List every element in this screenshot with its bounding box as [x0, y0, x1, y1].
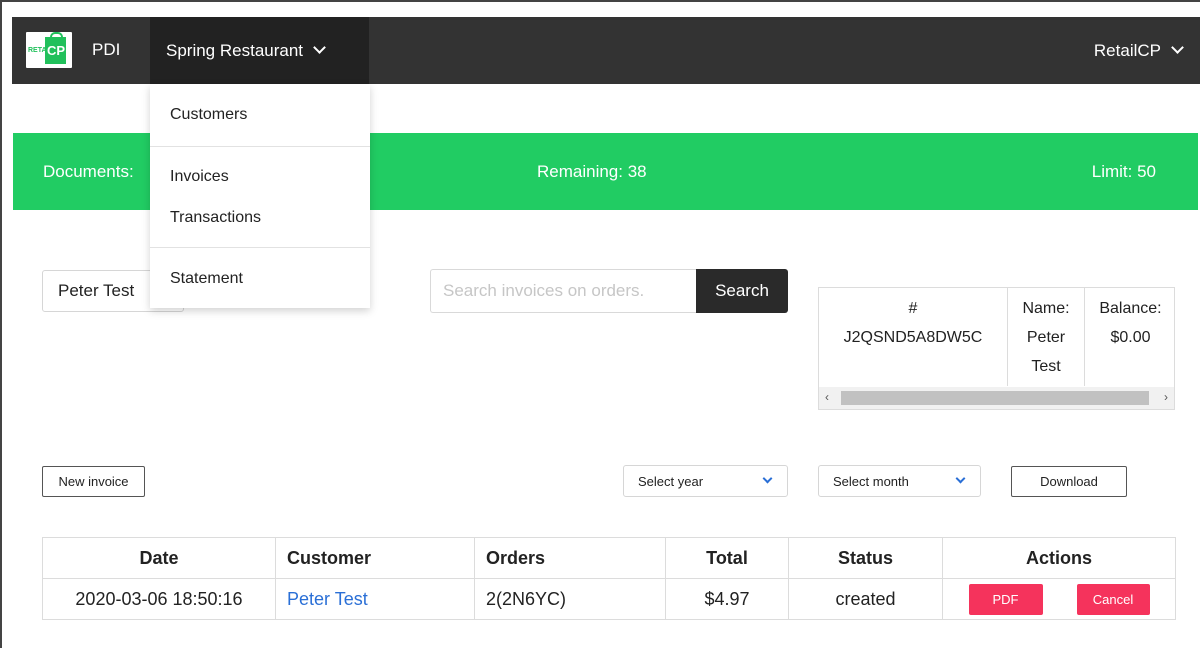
search-button[interactable]: Search: [696, 269, 788, 313]
new-invoice-button[interactable]: New invoice: [42, 466, 145, 497]
restaurant-menu-toggle[interactable]: Spring Restaurant: [150, 17, 369, 84]
horizontal-scrollbar[interactable]: ‹ ›: [819, 387, 1174, 409]
table-header-row: Date Customer Orders Total Status Action…: [42, 537, 1176, 579]
menu-divider: [150, 247, 370, 248]
download-button[interactable]: Download: [1011, 466, 1127, 497]
menu-item-invoices[interactable]: Invoices: [170, 168, 229, 186]
month-select[interactable]: Select month: [818, 465, 981, 497]
column-header-date: Date: [42, 537, 276, 579]
year-select-value: Select year: [638, 474, 704, 489]
chevron-down-icon: [313, 41, 326, 54]
column-header-customer: Customer: [275, 537, 475, 579]
menu-divider: [150, 146, 370, 147]
documents-label: Documents:: [43, 162, 134, 181]
account-id-value: J2QSND5A8DW5C: [843, 329, 983, 346]
pdf-button[interactable]: PDF: [968, 583, 1043, 615]
search-input[interactable]: [430, 269, 697, 313]
year-select[interactable]: Select year: [623, 465, 788, 497]
month-select-value: Select month: [833, 474, 909, 489]
menu-item-customers[interactable]: Customers: [170, 106, 247, 124]
customer-select-value: Peter Test: [58, 281, 135, 300]
restaurant-dropdown-menu: Customers Invoices Transactions Statemen…: [150, 84, 370, 308]
chevron-down-icon: [1171, 41, 1184, 54]
invoices-table: Date Customer Orders Total Status Action…: [42, 537, 1176, 620]
table-row: 2020-03-06 18:50:16 Peter Test 2(2N6YC) …: [42, 578, 1176, 620]
chevron-down-icon: [955, 473, 966, 484]
account-id-cell: # J2QSND5A8DW5C: [819, 288, 1007, 386]
chevron-down-icon: [762, 473, 773, 484]
scroll-left-icon[interactable]: ‹: [825, 390, 829, 404]
column-header-orders: Orders: [474, 537, 666, 579]
account-menu-toggle[interactable]: RetailCP: [1093, 17, 1184, 84]
restaurant-name: Spring Restaurant: [166, 40, 304, 60]
limit-count: Limit: 50: [1091, 162, 1156, 181]
invoice-customer-cell: Peter Test: [275, 578, 475, 620]
menu-item-statement[interactable]: Statement: [170, 270, 243, 288]
customer-info-table: # J2QSND5A8DW5C Name: Peter Test Balance…: [818, 287, 1175, 410]
scroll-right-icon[interactable]: ›: [1164, 390, 1168, 404]
column-header-status: Status: [788, 537, 943, 579]
remaining-count: Remaining: 38: [537, 162, 647, 181]
brand[interactable]: RETAILCP CP PDI: [26, 32, 120, 68]
retailcp-logo: RETAILCP CP: [26, 32, 72, 68]
invoice-orders: 2(2N6YC): [474, 578, 666, 620]
account-id-label: #: [908, 300, 918, 317]
customer-link[interactable]: Peter Test: [287, 589, 368, 609]
brand-name: PDI: [92, 40, 121, 59]
balance-value: $0.00: [1110, 329, 1151, 346]
account-name: RetailCP: [1093, 40, 1161, 60]
invoice-status: created: [788, 578, 943, 620]
scrollbar-thumb[interactable]: [841, 391, 1149, 405]
logo-cp-text: CP: [47, 43, 66, 58]
customer-first-name: Peter: [1026, 329, 1066, 346]
cancel-button[interactable]: Cancel: [1076, 583, 1150, 615]
balance-label: Balance:: [1099, 300, 1162, 317]
invoice-date: 2020-03-06 18:50:16: [42, 578, 276, 620]
balance-cell: Balance: $0.00: [1084, 288, 1174, 386]
invoice-actions: PDF Cancel: [942, 578, 1176, 620]
menu-item-transactions[interactable]: Transactions: [170, 209, 261, 227]
customer-name-cell: Name: Peter Test: [1007, 288, 1084, 386]
column-header-total: Total: [665, 537, 789, 579]
customer-name-label: Name:: [1022, 300, 1070, 317]
customer-last-name: Test: [1031, 358, 1061, 375]
top-navbar: RETAILCP CP PDI Spring Restaurant Retail…: [12, 17, 1200, 84]
column-header-actions: Actions: [942, 537, 1176, 579]
invoice-total: $4.97: [665, 578, 789, 620]
